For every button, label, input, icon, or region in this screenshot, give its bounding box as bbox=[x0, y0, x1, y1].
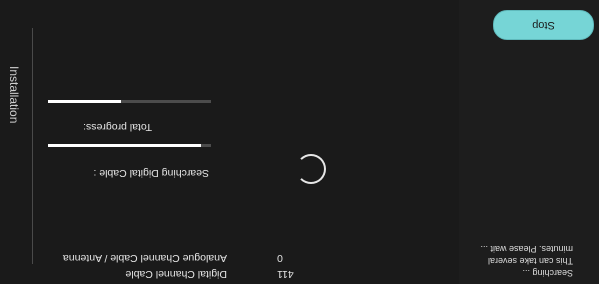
status-line-3: minutes. Please wait ... bbox=[480, 244, 573, 254]
status-line-1: Searching ... bbox=[522, 268, 573, 278]
channel-row-analogue-count: 0 bbox=[277, 252, 283, 264]
sidebar-divider bbox=[32, 28, 33, 264]
digital-progress-fill bbox=[48, 144, 202, 147]
total-progress-fill bbox=[48, 100, 122, 103]
digital-search-label: Searching Digital Cable : bbox=[93, 167, 209, 179]
total-progress-label: Total progress: bbox=[83, 121, 152, 133]
channel-row-digital-count: 411 bbox=[277, 268, 294, 280]
status-panel bbox=[459, 0, 599, 284]
sidebar-title: Installation bbox=[7, 66, 21, 124]
channel-row-digital-name: Digital Channel Cable bbox=[125, 268, 227, 280]
digital-progress-bar bbox=[48, 144, 211, 147]
installation-screen: Installation Stop Searching ... This can… bbox=[0, 0, 599, 284]
stop-button[interactable]: Stop bbox=[493, 10, 594, 40]
total-progress-bar bbox=[48, 100, 211, 103]
loading-spinner-icon bbox=[296, 154, 326, 184]
channel-row-analogue-name: Analogue Channel Cable / Antenna bbox=[62, 252, 227, 264]
status-message: Searching ... This can take several minu… bbox=[461, 243, 573, 279]
status-line-2: This can take several bbox=[487, 256, 573, 266]
